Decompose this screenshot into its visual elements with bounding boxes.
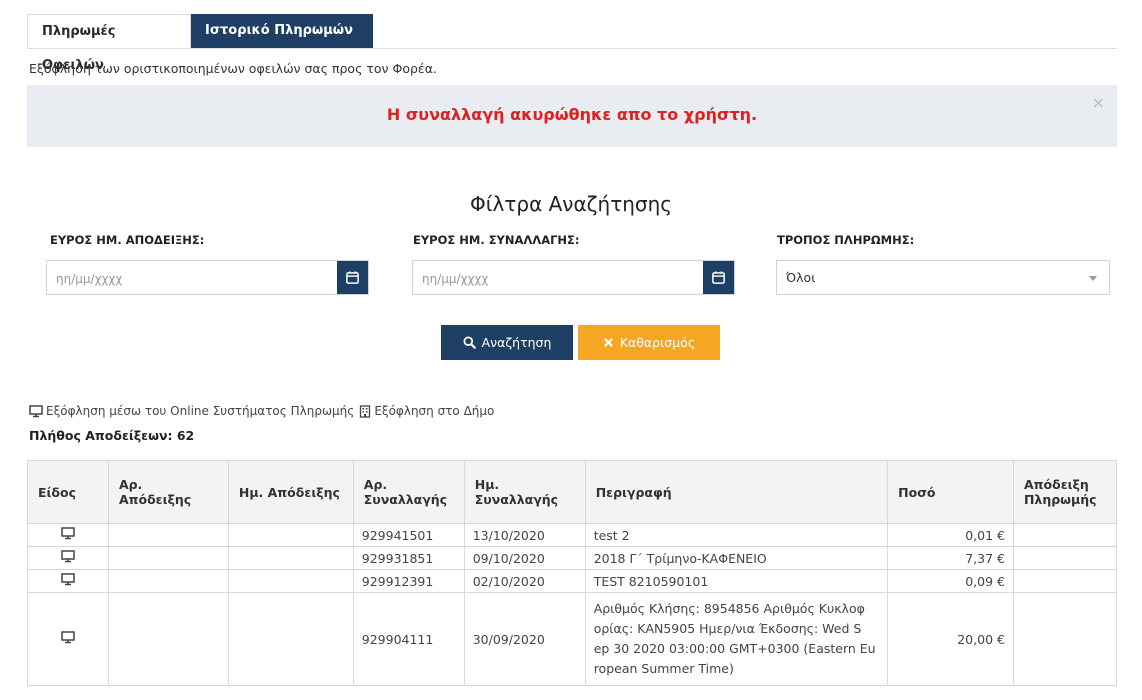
type-cell bbox=[27, 546, 109, 570]
header-transaction-no[interactable]: Αρ. Συναλλαγής bbox=[352, 460, 465, 524]
tab-bar: Πληρωμές Οφειλών Ιστορικό Πληρωμών bbox=[27, 14, 373, 73]
transaction-no-cell: 929931851 bbox=[352, 546, 465, 570]
search-icon bbox=[463, 336, 476, 349]
table-row: 929941501 13/10/2020 test 2 0,01 € bbox=[27, 523, 1118, 547]
proof-cell bbox=[1012, 546, 1118, 570]
description-cell: TEST 8210590101 bbox=[584, 569, 889, 593]
header-type[interactable]: Είδος bbox=[27, 460, 109, 524]
alert-banner: Η συναλλαγή ακυρώθηκε απο το χρήστη. × bbox=[27, 85, 1117, 147]
filters-title: Φίλτρα Αναζήτησης bbox=[469, 192, 673, 216]
proof-cell bbox=[1012, 523, 1118, 547]
description-cell: 2018 Γ΄ Τρίμηνο-ΚΑΦΕΝΕΙΟ bbox=[584, 546, 889, 570]
clear-button-label: Καθαρισμός bbox=[619, 335, 696, 350]
table-header-row: Είδος Αρ. Απόδειξης Ημ. Απόδειξης Αρ. Συ… bbox=[27, 460, 1118, 524]
transaction-no-cell: 929941501 bbox=[352, 523, 465, 547]
monitor-icon bbox=[61, 527, 75, 540]
amount-cell: 0,01 € bbox=[887, 523, 1014, 547]
tab-payment-history[interactable]: Ιστορικό Πληρωμών bbox=[191, 14, 373, 48]
transaction-range-label: ΕΥΡΟΣ ΗΜ. ΣΥΝΑΛΛΑΓΗΣ: bbox=[413, 233, 580, 247]
receipt-date-cell bbox=[227, 546, 354, 570]
clear-button[interactable]: Καθαρισμός bbox=[578, 325, 720, 360]
payment-method-label: ΤΡΟΠΟΣ ΠΛΗΡΩΜΗΣ: bbox=[777, 233, 915, 247]
payment-method-value: Όλοι bbox=[786, 270, 816, 285]
transaction-no-cell: 929912391 bbox=[352, 569, 465, 593]
tab-divider bbox=[27, 48, 1117, 49]
receipt-date-cell bbox=[227, 569, 354, 593]
type-cell bbox=[27, 523, 109, 547]
table-row: 929912391 02/10/2020 TEST 8210590101 0,0… bbox=[27, 569, 1118, 593]
legend-municipality-label: Εξόφληση στο Δήμο bbox=[374, 404, 495, 418]
amount-cell: 0,09 € bbox=[887, 569, 1014, 593]
monitor-icon bbox=[29, 404, 43, 418]
header-description[interactable]: Περιγραφή bbox=[584, 460, 889, 524]
transaction-date-input[interactable] bbox=[413, 261, 704, 296]
building-icon bbox=[359, 404, 371, 418]
receipt-date-input[interactable] bbox=[47, 261, 338, 296]
receipt-range-label: ΕΥΡΟΣ ΗΜ. ΑΠΟΔΕΙΞΗΣ: bbox=[50, 233, 205, 247]
close-icon[interactable]: × bbox=[1092, 93, 1105, 112]
tab-debt-payments[interactable]: Πληρωμές Οφειλών bbox=[27, 14, 191, 73]
header-amount[interactable]: Ποσό bbox=[887, 460, 1014, 524]
receipt-date-field bbox=[46, 260, 369, 296]
transaction-date-cell: 09/10/2020 bbox=[463, 546, 586, 570]
type-cell bbox=[27, 569, 109, 593]
proof-cell bbox=[1012, 569, 1118, 593]
calendar-icon[interactable] bbox=[703, 261, 734, 294]
close-icon bbox=[603, 338, 613, 347]
table-row: 929904111 30/09/2020 Αριθμός Κλήσης: 895… bbox=[27, 592, 1118, 686]
description-cell: test 2 bbox=[584, 523, 889, 547]
alert-message: Η συναλλαγή ακυρώθηκε απο το χρήστη. bbox=[386, 105, 758, 124]
transaction-no-cell: 929904111 bbox=[352, 592, 465, 686]
description-cell: Αριθμός Κλήσης: 8954856 Αριθμός Κυκλοφ ο… bbox=[584, 592, 889, 686]
transaction-date-cell: 02/10/2020 bbox=[463, 569, 586, 593]
monitor-icon bbox=[61, 573, 75, 586]
monitor-icon bbox=[61, 550, 75, 563]
table-row: 929931851 09/10/2020 2018 Γ΄ Τρίμηνο-ΚΑΦ… bbox=[27, 546, 1118, 570]
type-cell bbox=[27, 592, 109, 686]
amount-cell: 20,00 € bbox=[887, 592, 1014, 686]
transaction-date-cell: 30/09/2020 bbox=[463, 592, 586, 686]
receipt-no-cell bbox=[107, 569, 229, 593]
header-receipt-no[interactable]: Αρ. Απόδειξης bbox=[107, 460, 229, 524]
header-transaction-date[interactable]: Ημ. Συναλλαγής bbox=[463, 460, 586, 524]
transaction-date-cell: 13/10/2020 bbox=[463, 523, 586, 547]
receipt-no-cell bbox=[107, 592, 229, 686]
search-button[interactable]: Αναζήτηση bbox=[441, 325, 573, 360]
amount-cell: 7,37 € bbox=[887, 546, 1014, 570]
proof-cell bbox=[1012, 592, 1118, 686]
receipt-date-cell bbox=[227, 523, 354, 547]
receipt-no-cell bbox=[107, 523, 229, 547]
payments-table: Είδος Αρ. Απόδειξης Ημ. Απόδειξης Αρ. Συ… bbox=[27, 460, 1118, 686]
page-subtitle: Εξόφληση των οριστικοποιημένων οφειλών σ… bbox=[29, 61, 437, 76]
legend-online-label: Εξόφληση μέσω του Online Συστήματος Πληρ… bbox=[46, 404, 355, 418]
chevron-down-icon bbox=[1089, 276, 1097, 281]
monitor-icon bbox=[61, 631, 75, 644]
receipt-no-cell bbox=[107, 546, 229, 570]
search-button-label: Αναζήτηση bbox=[481, 335, 552, 350]
receipt-date-cell bbox=[227, 592, 354, 686]
header-receipt-date[interactable]: Ημ. Απόδειξης bbox=[227, 460, 354, 524]
receipts-count: Πλήθος Αποδείξεων: 62 bbox=[29, 428, 195, 443]
payment-legend: Εξόφληση μέσω του Online Συστήματος Πληρ… bbox=[29, 404, 494, 418]
transaction-date-field bbox=[412, 260, 735, 296]
payment-method-select[interactable]: Όλοι bbox=[776, 260, 1110, 295]
header-proof[interactable]: Απόδειξη Πληρωμής bbox=[1012, 460, 1118, 524]
calendar-icon[interactable] bbox=[337, 261, 368, 294]
